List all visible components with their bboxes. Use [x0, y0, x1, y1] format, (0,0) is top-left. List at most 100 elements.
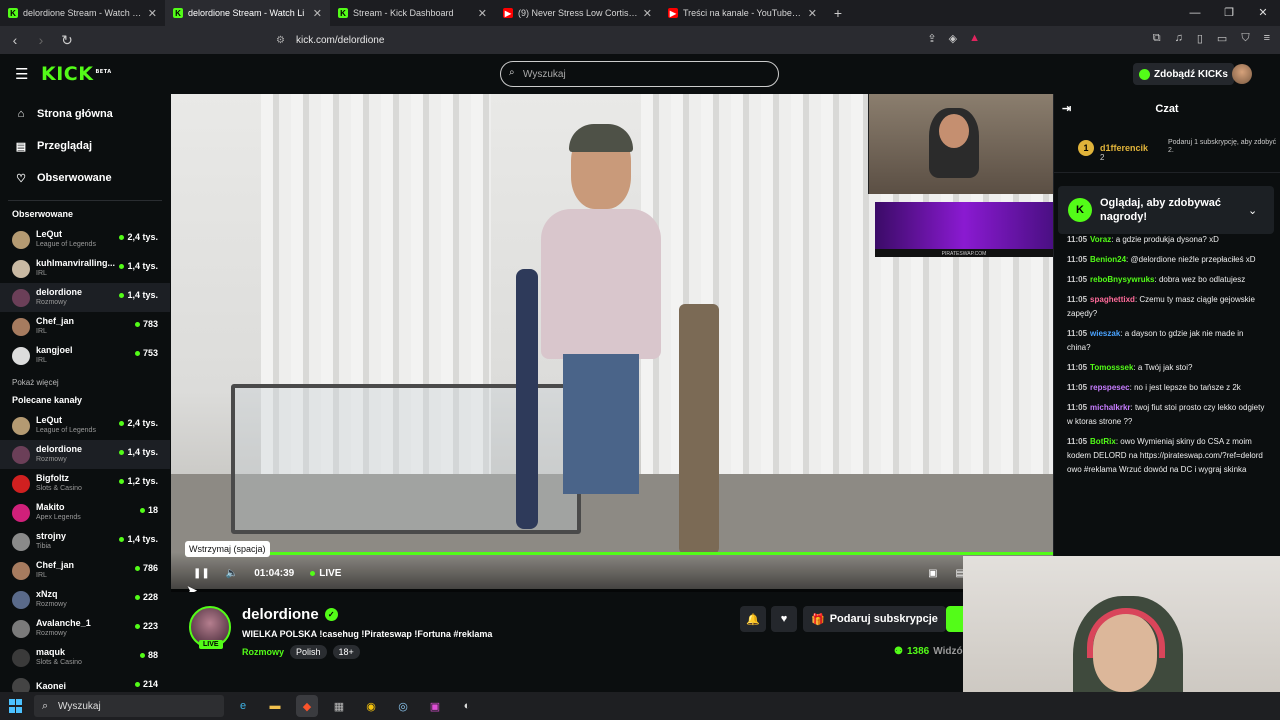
- sidebar-channel[interactable]: maquk Slots & Casino 88: [0, 643, 170, 672]
- rewards-banner[interactable]: K Oglądaj, aby zdobywać nagrody! ⌄: [1058, 186, 1274, 234]
- close-tab-icon[interactable]: ✕: [313, 7, 322, 20]
- windows-start-icon[interactable]: [9, 699, 23, 713]
- progress-bar[interactable]: [185, 552, 1053, 555]
- kick-logo[interactable]: KICK BETA: [41, 63, 112, 85]
- minimize-icon[interactable]: —: [1178, 0, 1212, 26]
- browser-tab[interactable]: ▶ Treści na kanale - YouTube Studio ✕: [660, 0, 825, 26]
- sidebar-channel[interactable]: Makito Apex Legends 18: [0, 498, 170, 527]
- sidebar-channel[interactable]: Kaonei 214: [0, 672, 170, 692]
- app-icon[interactable]: ▦: [328, 695, 350, 717]
- sidebar-channel[interactable]: Chef_jan IRL 783: [0, 312, 170, 341]
- restore-icon[interactable]: ❐: [1212, 0, 1246, 26]
- stream-category[interactable]: Rozmowy: [242, 647, 284, 657]
- controls-left: ❚❚ 🔈 01:04:39 LIVE: [193, 568, 341, 579]
- sidebar-channel[interactable]: kangjoel IRL 753: [0, 341, 170, 370]
- message-user[interactable]: BotRix: [1090, 437, 1116, 446]
- message-user[interactable]: repspesec: [1090, 383, 1130, 392]
- volume-icon[interactable]: 🔈: [226, 568, 238, 579]
- sidebar-channel[interactable]: delordione Rozmowy 1,4 tys.: [0, 440, 170, 469]
- message-user[interactable]: Benion24: [1090, 255, 1126, 264]
- tag-language[interactable]: Polish: [290, 645, 327, 659]
- channel-avatar: [12, 648, 30, 667]
- tag-age[interactable]: 18+: [332, 645, 360, 659]
- browser-tab[interactable]: Kdelordione Stream - Watch Live o ✕: [0, 0, 165, 26]
- explorer-icon[interactable]: ▬: [264, 695, 286, 717]
- user-avatar[interactable]: [1232, 64, 1252, 84]
- taskbar-search[interactable]: ⌕ Wyszukaj: [34, 695, 224, 717]
- message-user[interactable]: michalkrkr: [1090, 403, 1130, 412]
- brave-icon[interactable]: ◆: [296, 695, 318, 717]
- close-tab-icon[interactable]: ✕: [643, 7, 652, 20]
- message-user[interactable]: Vorаz: [1090, 235, 1111, 244]
- search-input[interactable]: ⌕ Wyszukaj: [500, 61, 779, 87]
- follow-heart-icon[interactable]: ♥: [771, 606, 797, 632]
- close-tab-icon[interactable]: ✕: [148, 7, 157, 20]
- sidebar-channel[interactable]: Chef_jan IRL 786: [0, 556, 170, 585]
- get-kicks-button[interactable]: Zdobądź KICKs: [1133, 63, 1234, 85]
- chevron-down-icon[interactable]: ⌄: [1248, 204, 1257, 217]
- brave-shield-icon[interactable]: ◈: [949, 32, 957, 45]
- sidebar-channel[interactable]: kuhlmanviralling... IRL 1,4 tys.: [0, 254, 170, 283]
- browser-tab[interactable]: K Stream - Kick Dashboard ✕: [330, 0, 495, 26]
- channel-name[interactable]: delordione: [242, 606, 319, 623]
- url-field[interactable]: ⚙ kick.com/delordione: [270, 29, 990, 51]
- viewer-count: 783: [142, 319, 158, 329]
- live-indicator[interactable]: LIVE: [310, 568, 341, 579]
- channel-viewers: 214: [134, 679, 158, 689]
- steam-icon[interactable]: ◎: [392, 695, 414, 717]
- brave-rewards-icon[interactable]: ▲: [969, 32, 980, 45]
- message-user[interactable]: reboBnysywruks: [1090, 275, 1154, 284]
- close-window-icon[interactable]: ✕: [1246, 0, 1280, 26]
- back-icon[interactable]: ‹: [4, 32, 26, 48]
- chrome-icon[interactable]: ◉: [360, 695, 382, 717]
- chat-panel: ⇥ Czat 1 d1fferencik 2 Podaruj 1 subskry…: [1053, 94, 1280, 556]
- viewer-count: 228: [142, 592, 158, 602]
- channel-avatar: [12, 474, 30, 493]
- sidebar-channel[interactable]: strojny Tibia 1,4 tys.: [0, 527, 170, 556]
- site-info-icon[interactable]: ⚙: [276, 35, 285, 46]
- message-user[interactable]: wieszak: [1090, 329, 1120, 338]
- sidebar-channel[interactable]: Bigfoltz Slots & Casino 1,2 tys.: [0, 469, 170, 498]
- nav-item[interactable]: ♡ Obserwowane: [0, 162, 170, 194]
- pause-icon[interactable]: ❚❚: [193, 568, 210, 579]
- vpn-icon[interactable]: ⛉: [1241, 32, 1249, 45]
- show-more-link[interactable]: Pokaż więcej: [0, 378, 170, 387]
- game-icon[interactable]: ▣: [424, 695, 446, 717]
- forward-icon[interactable]: ›: [30, 32, 52, 48]
- nav-item[interactable]: ⌂ Strona główna: [0, 98, 170, 130]
- obs-icon[interactable]: ◐: [456, 695, 478, 717]
- sidebar-channel[interactable]: LeQut League of Legends 2,4 tys.: [0, 411, 170, 440]
- close-tab-icon[interactable]: ✕: [478, 7, 487, 20]
- new-tab-button[interactable]: +: [825, 5, 851, 21]
- sidebar-channel[interactable]: LeQut League of Legends 2,4 tys.: [0, 225, 170, 254]
- sidebar-channel[interactable]: Avalanche_1 Rozmowy 223: [0, 614, 170, 643]
- reload-icon[interactable]: ↻: [56, 32, 78, 49]
- media-icon[interactable]: ♫: [1175, 32, 1183, 45]
- browser-tab[interactable]: Kdelordione Stream - Watch Li ✕: [165, 0, 330, 26]
- notification-bell-icon[interactable]: 🔔: [740, 606, 766, 632]
- gift-subs-button[interactable]: 🎁 Podaruj subskrypcje: [803, 606, 946, 632]
- nav-item[interactable]: ▤ Przeglądaj: [0, 130, 170, 162]
- extensions-icon[interactable]: ⧉: [1153, 32, 1161, 45]
- video-player[interactable]: PIRATESWAP.COM: [171, 94, 1053, 589]
- sidebar-channel[interactable]: delordione Rozmowy 1,4 tys.: [0, 283, 170, 312]
- wallet-icon[interactable]: ▭: [1217, 32, 1227, 45]
- browser-tab[interactable]: ▶ (9) Never Stress Low Cortisol (pl ✕: [495, 0, 660, 26]
- message-user[interactable]: Tomosssek: [1090, 363, 1133, 372]
- pip-icon[interactable]: ▣: [928, 568, 937, 579]
- menu-icon[interactable]: ≡: [1264, 32, 1270, 45]
- sidebar-icon[interactable]: ▯: [1197, 32, 1203, 45]
- browser-toolbar-icons: ⧉ ♫ ▯ ▭ ⛉ ≡: [1153, 32, 1270, 45]
- hamburger-menu-icon[interactable]: ☰: [15, 65, 29, 83]
- viewer-count: 753: [142, 348, 158, 358]
- message-user[interactable]: spaghettixd: [1090, 295, 1135, 304]
- close-tab-icon[interactable]: ✕: [808, 7, 817, 20]
- channel-category: Slots & Casino: [36, 659, 82, 666]
- edge-icon[interactable]: e: [232, 695, 254, 717]
- gift-leaderboard[interactable]: 1 d1fferencik 2 Podaruj 1 subskrypcję, a…: [1054, 123, 1280, 173]
- share-icon[interactable]: ⇪: [927, 32, 936, 45]
- sidebar-channel[interactable]: xNzq Rozmowy 228: [0, 585, 170, 614]
- vacuum-right: [679, 304, 719, 554]
- channel-name: Kaonei: [36, 681, 67, 691]
- collapse-chat-icon[interactable]: ⇥: [1062, 102, 1071, 115]
